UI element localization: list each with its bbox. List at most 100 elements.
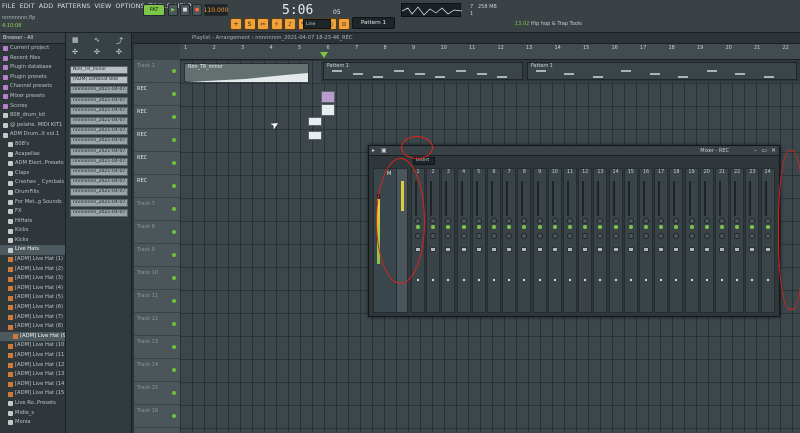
route-indicator[interactable] <box>569 279 571 281</box>
mixer-channel[interactable]: 18 <box>669 168 684 313</box>
browser-item[interactable]: [ADM] Live Hat (12) <box>0 361 65 371</box>
volume-fader[interactable] <box>703 247 710 252</box>
track-mute-led[interactable] <box>172 253 176 257</box>
mixer-channel[interactable]: 2 <box>426 168 441 313</box>
browser-item[interactable]: Recent files <box>0 54 65 64</box>
channel-enable-led[interactable] <box>507 225 512 229</box>
track-mute-led[interactable] <box>172 391 176 395</box>
browser-item[interactable]: [ADM] Live Hat (14) <box>0 380 65 390</box>
track-header[interactable]: Track 9 <box>134 244 180 267</box>
route-indicator[interactable] <box>462 279 465 281</box>
channel-enable-led[interactable] <box>492 225 496 229</box>
channel-enable-led[interactable] <box>674 225 679 229</box>
browser-item[interactable]: ADM Elect..Presets <box>0 159 65 169</box>
song-position-display[interactable]: 5:06 <box>282 3 313 18</box>
channel-enable-led[interactable] <box>750 225 755 229</box>
route-indicator[interactable] <box>447 279 450 281</box>
browser-item[interactable]: Acapellas <box>0 150 65 160</box>
stereo-knob[interactable] <box>764 233 771 239</box>
route-indicator[interactable] <box>584 279 587 281</box>
track-header[interactable]: REC <box>134 129 180 152</box>
browser-item[interactable]: Live Hats <box>0 245 65 256</box>
channel-enable-led[interactable] <box>689 225 694 229</box>
volume-fader[interactable] <box>673 247 680 252</box>
audio-clip-small[interactable] <box>321 91 335 103</box>
channel-enable-led[interactable] <box>704 225 709 229</box>
stereo-knob[interactable] <box>597 233 604 239</box>
stereo-knob[interactable] <box>582 233 589 239</box>
track-mute-led[interactable] <box>172 345 176 349</box>
pan-knob[interactable] <box>749 218 756 224</box>
mixer-channel[interactable]: 24 <box>760 168 775 313</box>
channel-enable-led[interactable] <box>431 225 436 229</box>
pan-knob[interactable] <box>445 218 452 224</box>
volume-fader[interactable] <box>719 247 725 252</box>
stereo-knob[interactable] <box>643 233 649 239</box>
pan-knob[interactable] <box>703 218 710 224</box>
picker-clip[interactable]: nnnnnnnn_2021-04-07... <box>70 168 128 176</box>
tool-button[interactable]: + <box>230 18 242 30</box>
stereo-knob[interactable] <box>612 233 619 239</box>
channel-enable-led[interactable] <box>568 225 572 229</box>
volume-fader[interactable] <box>521 247 528 252</box>
mixer-menu-icon[interactable]: ▸ <box>372 147 375 154</box>
pattern-clip[interactable]: Pattern 1 <box>323 62 523 80</box>
track-mute-led[interactable] <box>172 368 176 372</box>
track-header[interactable]: Track 15 <box>134 382 180 405</box>
picker-clip[interactable]: nnnnnnnn_2021-04-07... <box>70 86 128 95</box>
browser-item[interactable]: [ADM] Live Hat (7) <box>0 313 65 323</box>
track-header[interactable]: REC <box>134 83 180 106</box>
volume-fader[interactable] <box>445 247 452 252</box>
track-header[interactable]: REC <box>134 175 180 198</box>
track-mute-led[interactable] <box>172 299 176 303</box>
pan-knob[interactable] <box>719 218 725 224</box>
mixer-channel[interactable]: 8 <box>517 168 532 313</box>
channel-enable-led[interactable] <box>598 225 603 229</box>
maximize-icon[interactable]: ▭ <box>761 147 767 154</box>
browser-item[interactable]: [ADM] Live Hat (5) <box>0 293 65 303</box>
track-header[interactable]: REC <box>134 106 180 129</box>
track-mute-led[interactable] <box>172 276 176 280</box>
track-mute-led[interactable] <box>172 184 176 188</box>
menu-file[interactable]: FILE <box>2 2 16 10</box>
browser-item[interactable]: Channel presets <box>0 82 65 92</box>
route-indicator[interactable] <box>477 279 480 281</box>
mixer-channel[interactable]: 19 <box>684 168 699 313</box>
stereo-knob[interactable] <box>460 233 467 239</box>
menu-edit[interactable]: EDIT <box>20 2 35 10</box>
channel-enable-led[interactable] <box>552 225 557 229</box>
route-indicator[interactable] <box>645 279 647 281</box>
track-header[interactable]: Track 14 <box>134 359 180 382</box>
mixer-channel[interactable]: 9 <box>532 168 547 313</box>
mixer-channel[interactable]: 21 <box>715 168 729 313</box>
mixer-channel[interactable]: 16 <box>639 168 653 313</box>
channel-enable-led[interactable] <box>446 225 451 229</box>
menu-patterns[interactable]: PATTERNS <box>57 2 90 10</box>
pan-knob[interactable] <box>491 218 497 224</box>
mixer-channel[interactable]: 17 <box>654 168 669 313</box>
audio-clip-small[interactable] <box>321 104 335 116</box>
browser-item[interactable]: Monia <box>0 418 65 428</box>
browser-item[interactable]: [ADM] Live Hat (6) <box>0 303 65 313</box>
browser-item[interactable]: [ADM] Live Hat (1) <box>0 255 65 265</box>
route-indicator[interactable] <box>705 279 708 281</box>
picker-clip[interactable]: [ADM] Leftbeat 808 <box>70 76 128 85</box>
stereo-knob[interactable] <box>475 233 482 239</box>
track-mute-led[interactable] <box>172 230 176 234</box>
stereo-knob[interactable] <box>430 233 437 239</box>
tempo-display[interactable]: 110.000 <box>204 4 228 16</box>
track-mute-led[interactable] <box>172 414 176 418</box>
tool-button[interactable]: ⊙ <box>338 18 350 30</box>
pan-knob[interactable] <box>460 218 467 224</box>
volume-fader[interactable] <box>430 247 437 252</box>
tool-button[interactable]: ⚡ <box>270 18 283 30</box>
mixer-channel[interactable]: 4 <box>456 168 471 313</box>
route-indicator[interactable] <box>493 279 495 281</box>
volume-fader[interactable] <box>567 247 573 252</box>
browser-item[interactable]: Plugin database <box>0 63 65 73</box>
stereo-knob[interactable] <box>734 233 741 239</box>
channel-enable-led[interactable] <box>583 225 588 229</box>
stereo-knob[interactable] <box>627 233 634 239</box>
channel-enable-led[interactable] <box>659 225 664 229</box>
menu-view[interactable]: VIEW <box>94 2 111 10</box>
